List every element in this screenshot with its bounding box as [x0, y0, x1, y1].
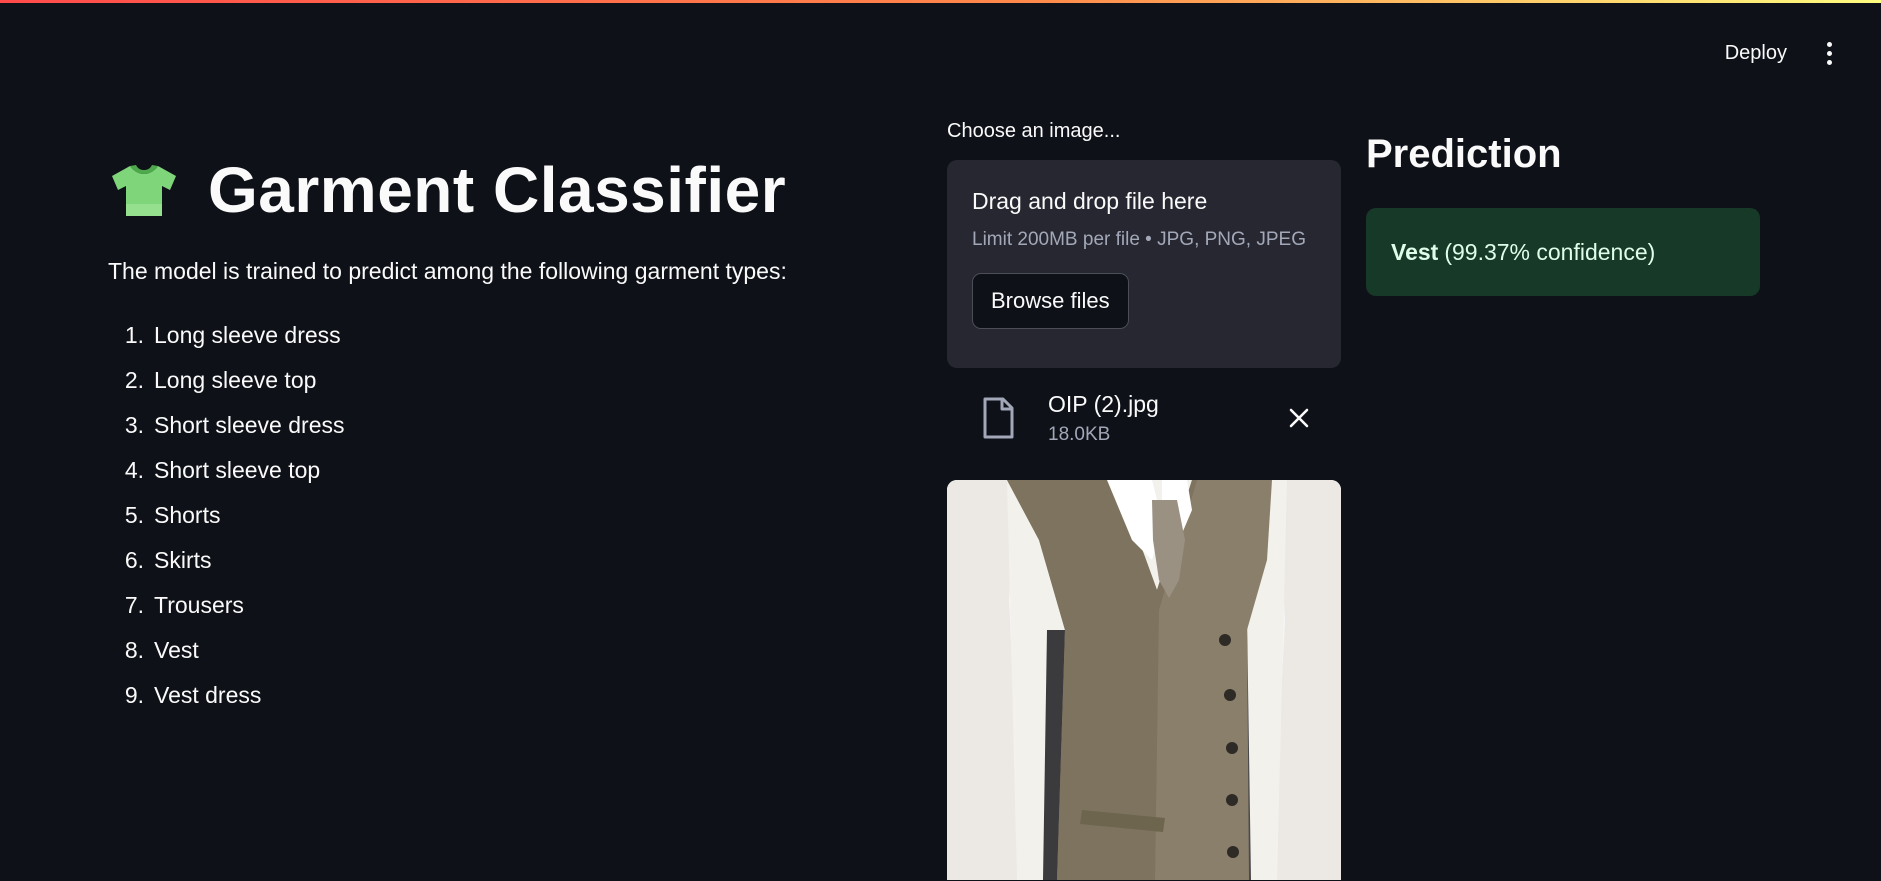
- garment-type-label: Shorts: [154, 502, 221, 528]
- garment-type-label: Long sleeve top: [154, 367, 317, 393]
- file-size: 18.0KB: [1048, 423, 1111, 445]
- header-actions: Deploy: [1719, 38, 1841, 69]
- list-item: 4. Short sleeve top: [124, 457, 321, 483]
- deploy-button[interactable]: Deploy: [1719, 38, 1793, 69]
- list-item: 7. Trousers: [124, 592, 244, 618]
- kebab-menu-icon[interactable]: [1817, 40, 1841, 68]
- close-icon[interactable]: [1287, 406, 1311, 430]
- vest-photo: [947, 480, 1341, 880]
- garment-type-label: Short sleeve top: [154, 457, 321, 483]
- file-dropzone[interactable]: Drag and drop file here Limit 200MB per …: [947, 160, 1341, 368]
- list-item: 6. Skirts: [124, 547, 212, 573]
- top-decoration-bar: [0, 0, 1881, 3]
- uploaded-image-preview: [947, 480, 1341, 880]
- t-shirt-icon: [112, 165, 176, 216]
- garment-type-label: Skirts: [154, 547, 212, 573]
- garment-type-label: Trousers: [154, 592, 244, 618]
- list-item: 9. Vest dress: [124, 682, 262, 708]
- prediction-column: Prediction Vest (99.37% confidence): [1366, 132, 1760, 296]
- file-name: OIP (2).jpg: [1048, 390, 1159, 417]
- dropzone-title: Drag and drop file here: [972, 188, 1208, 214]
- garment-type-label: Vest: [154, 637, 199, 663]
- model-description: The model is trained to predict among th…: [108, 258, 787, 284]
- prediction-heading: Prediction: [1366, 132, 1562, 176]
- dropzone-limit-text: Limit 200MB per file • JPG, PNG, JPEG: [972, 229, 1306, 250]
- main-column: Garment Classifier The model is trained …: [108, 140, 908, 718]
- file-info: OIP (2).jpg 18.0KB: [1048, 391, 1287, 446]
- list-item: 3. Short sleeve dress: [124, 412, 345, 438]
- garment-type-label: Short sleeve dress: [154, 412, 345, 438]
- browse-files-button[interactable]: Browse files: [972, 273, 1129, 329]
- uploaded-file-row: OIP (2).jpg 18.0KB: [947, 368, 1341, 468]
- garment-type-label: Vest dress: [154, 682, 262, 708]
- list-item: 8. Vest: [124, 637, 199, 663]
- list-item: 2. Long sleeve top: [124, 367, 317, 393]
- upload-column: Choose an image... Drag and drop file he…: [947, 120, 1341, 880]
- title-row: Garment Classifier: [108, 140, 908, 240]
- page-title: Garment Classifier: [208, 154, 787, 226]
- predicted-label: Vest: [1391, 238, 1439, 265]
- garment-type-list: 1. Long sleeve dress 2. Long sleeve top 3.…: [108, 313, 908, 718]
- list-item: 5. Shorts: [124, 502, 221, 528]
- uploader-label: Choose an image...: [947, 120, 1121, 142]
- prediction-confidence: (99.37% confidence): [1444, 238, 1656, 265]
- garment-type-label: Long sleeve dress: [154, 322, 341, 348]
- list-item: 1. Long sleeve dress: [124, 322, 341, 348]
- prediction-result-alert: Vest (99.37% confidence): [1366, 208, 1760, 296]
- file-icon: [983, 397, 1014, 439]
